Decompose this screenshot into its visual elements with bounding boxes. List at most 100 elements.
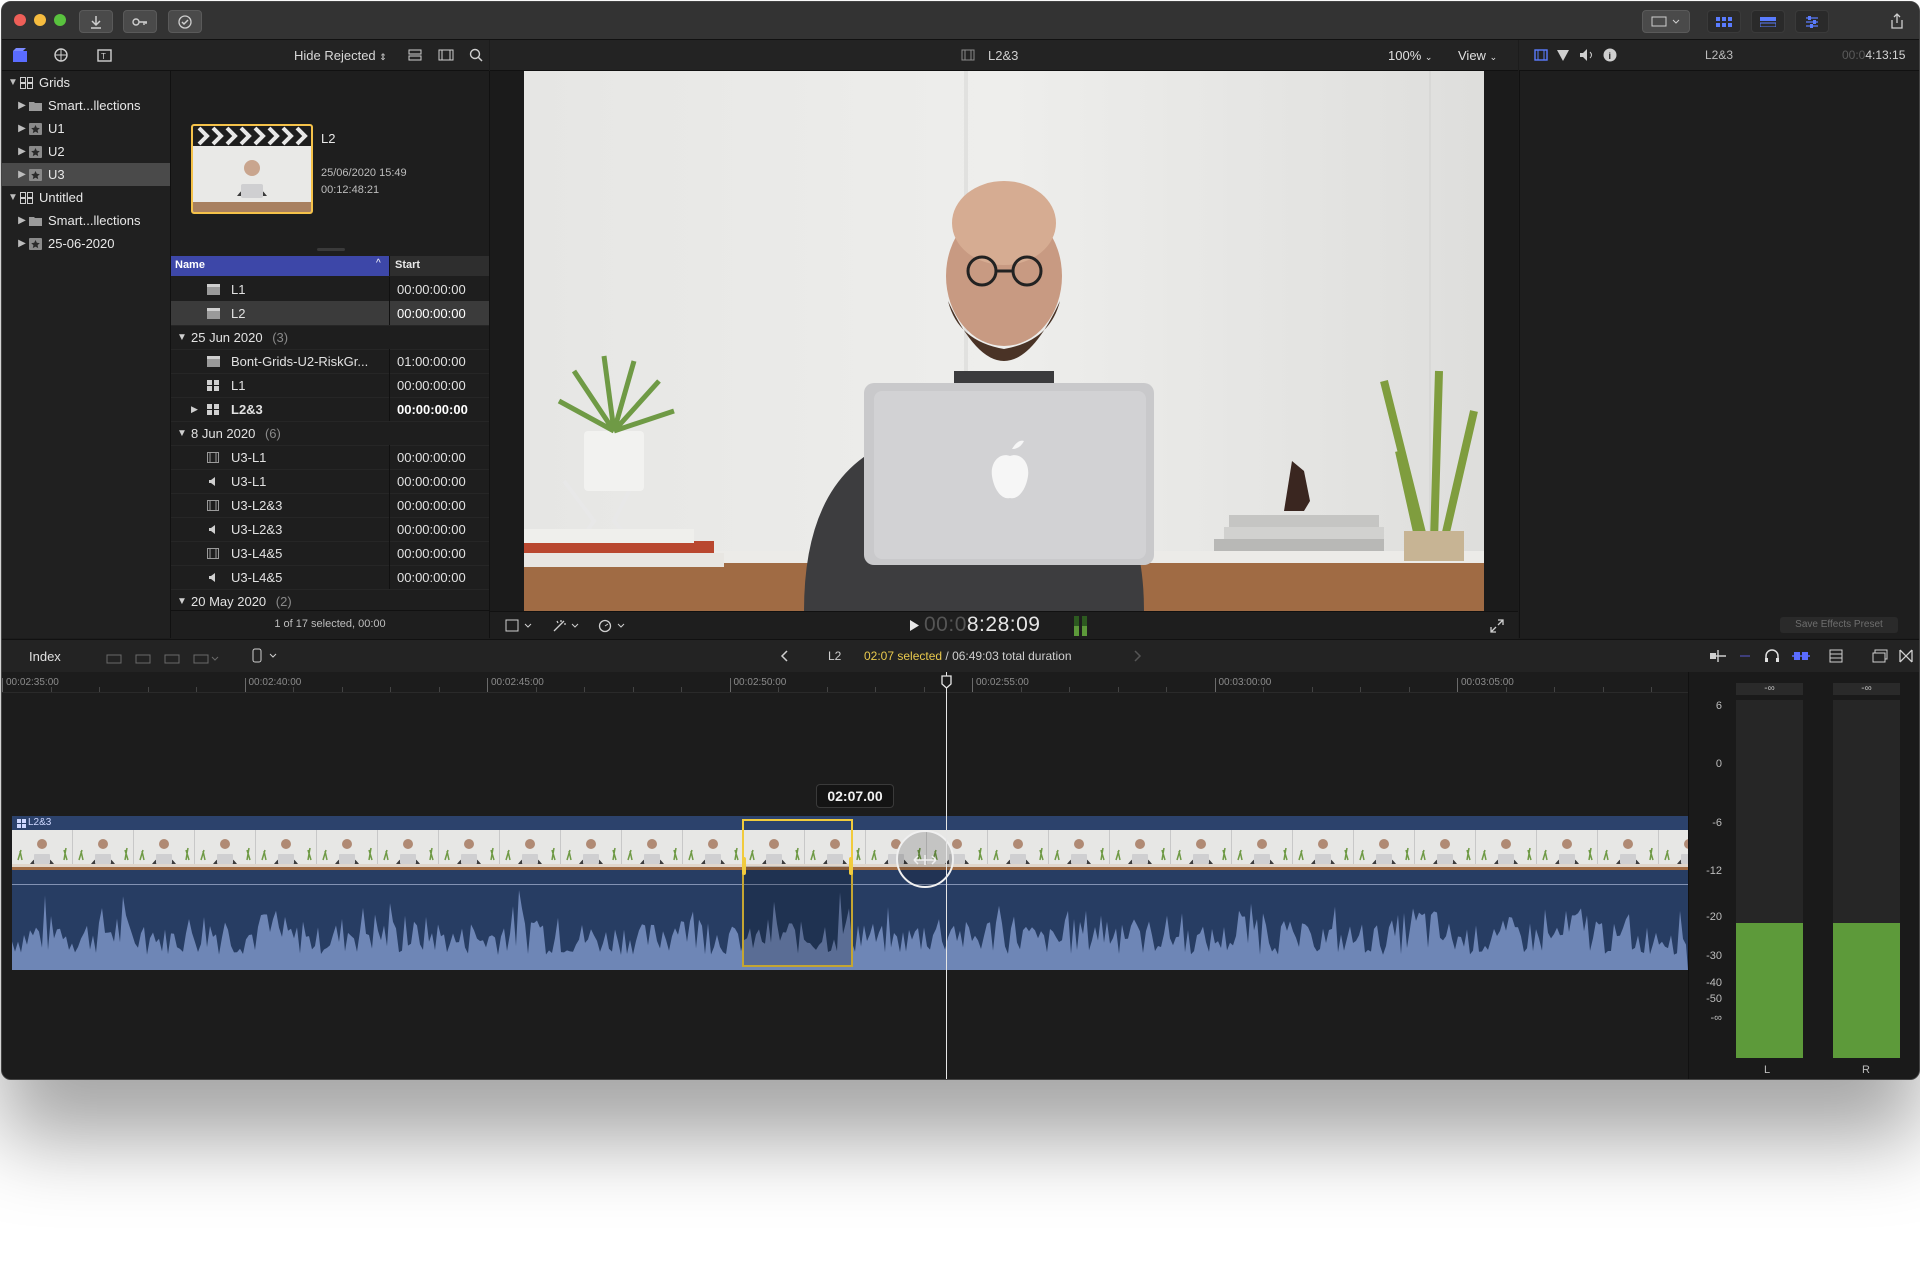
browser-toolbar: T Hide Rejected ⇕ xyxy=(2,40,489,71)
library-icon xyxy=(20,191,33,204)
library-item[interactable]: ▶ U2 xyxy=(2,140,170,163)
import-button[interactable] xyxy=(79,10,113,33)
disclosure-closed-icon[interactable]: ▶ xyxy=(15,169,29,180)
retime-menu-icon[interactable] xyxy=(598,619,628,633)
libraries-icon[interactable] xyxy=(12,47,28,63)
clip-row[interactable]: U3-L2&3 00:00:00:00 xyxy=(171,517,489,542)
range-end-handle[interactable] xyxy=(849,857,853,875)
library-item[interactable]: ▶ Smart...llections xyxy=(2,209,170,232)
disclosure-closed-icon[interactable]: ▶ xyxy=(15,100,29,111)
clip-row[interactable]: L1 00:00:00:00 xyxy=(171,277,489,302)
viewer-title: L2&3 xyxy=(988,48,1019,63)
group-row[interactable]: ▼ 25 Jun 2020 (3) xyxy=(171,325,489,350)
clip-row[interactable]: U3-L4&5 00:00:00:00 xyxy=(171,565,489,590)
transform-menu-icon[interactable] xyxy=(505,619,535,633)
disclosure-closed-icon[interactable]: ▶ xyxy=(15,215,29,226)
playhead[interactable] xyxy=(946,672,947,1079)
clip-thumbnail[interactable] xyxy=(191,124,313,214)
disclosure-closed-icon[interactable]: ▶ xyxy=(15,238,29,249)
photos-audio-icon[interactable] xyxy=(53,47,71,63)
clip-appearance-icon[interactable] xyxy=(1829,649,1843,663)
ruler-tick xyxy=(244,678,246,692)
clip-row[interactable]: L2 00:00:00:00 xyxy=(171,301,489,326)
event-icon xyxy=(29,168,42,181)
hide-rejected-menu[interactable]: Hide Rejected ⇕ xyxy=(294,48,387,63)
view-menu[interactable]: View ⌄ xyxy=(1458,48,1497,63)
resize-handle[interactable] xyxy=(317,248,345,251)
clip-row[interactable]: U3-L1 00:00:00:00 xyxy=(171,445,489,470)
disclosure-open-icon[interactable]: ▼ xyxy=(6,77,20,88)
save-effects-preset-button[interactable]: Save Effects Preset xyxy=(1780,617,1898,633)
index-button[interactable]: Index xyxy=(2,640,90,672)
minimize-window-button[interactable] xyxy=(34,14,46,26)
library-item[interactable]: ▶ U1 xyxy=(2,117,170,140)
audio-clip-icon xyxy=(207,475,219,490)
ruler-minor-tick xyxy=(1505,687,1507,692)
clip-row[interactable]: ▶ L2&3 00:00:00:00 xyxy=(171,397,489,422)
forward-arrow-icon[interactable] xyxy=(1132,650,1142,662)
disclosure-open-icon[interactable]: ▼ xyxy=(177,332,187,343)
inspector-title: L2&3 xyxy=(1705,48,1734,62)
disclosure-open-icon[interactable]: ▼ xyxy=(6,192,20,203)
edit-buttons-icon[interactable] xyxy=(106,649,236,665)
audio-inspector-icon[interactable] xyxy=(1579,48,1595,62)
titles-generators-icon[interactable]: T xyxy=(96,47,114,63)
selection-status: 1 of 17 selected, 00:00 xyxy=(274,618,386,630)
share-button[interactable] xyxy=(1882,10,1912,31)
playhead-marker-icon[interactable] xyxy=(941,675,952,689)
viewer-timecode[interactable]: 00:08:28:09 xyxy=(924,613,1040,637)
video-inspector-icon[interactable] xyxy=(1534,48,1548,62)
group-row[interactable]: ▼ 8 Jun 2020 (6) xyxy=(171,421,489,446)
column-divider xyxy=(389,397,390,421)
library-item[interactable]: ▼ Untitled xyxy=(2,186,170,209)
fullscreen-icon[interactable] xyxy=(1490,619,1504,633)
clip-row[interactable]: Bont-Grids-U2-RiskGr... 01:00:00:00 xyxy=(171,349,489,374)
search-icon[interactable] xyxy=(469,48,483,62)
library-item[interactable]: ▶ Smart...llections xyxy=(2,94,170,117)
disclosure-closed-icon[interactable]: ▶ xyxy=(15,146,29,157)
disclosure-open-icon[interactable]: ▼ xyxy=(177,596,187,607)
viewer-timecode-value: 8:28:09 xyxy=(966,613,1041,636)
color-inspector-icon[interactable] xyxy=(1556,48,1570,62)
group-row[interactable]: ▼ 20 May 2020 (2) xyxy=(171,589,489,609)
filmstrip-view-icon[interactable] xyxy=(438,49,454,61)
zoom-window-button[interactable] xyxy=(54,14,66,26)
disclosure-closed-icon[interactable]: ▶ xyxy=(15,123,29,134)
library-item[interactable]: ▶ 25-06-2020 xyxy=(2,232,170,255)
transitions-browser-icon[interactable] xyxy=(1899,649,1913,663)
info-icon[interactable]: i xyxy=(1603,48,1617,62)
audio-skimming-icon[interactable] xyxy=(1738,649,1752,663)
background-tasks-button[interactable] xyxy=(168,10,202,33)
ruler-minor-tick xyxy=(438,687,440,692)
clip-row[interactable]: L1 00:00:00:00 xyxy=(171,373,489,398)
snapping-icon[interactable] xyxy=(1791,649,1811,663)
headphones-icon[interactable] xyxy=(1764,649,1780,663)
library-item[interactable]: ▼ Grids xyxy=(2,71,170,94)
start-column-header[interactable]: Start xyxy=(395,259,420,271)
close-window-button[interactable] xyxy=(14,14,26,26)
key-icon xyxy=(132,17,147,26)
play-icon[interactable] xyxy=(908,619,920,632)
library-item[interactable]: ▶ U3 xyxy=(2,163,170,186)
disclosure-closed-icon[interactable]: ▶ xyxy=(191,404,198,415)
show-inspector-button[interactable] xyxy=(1795,10,1829,33)
enhancements-menu-icon[interactable] xyxy=(552,619,582,633)
clip-row[interactable]: U3-L4&5 00:00:00:00 xyxy=(171,541,489,566)
skimming-icon[interactable] xyxy=(1708,649,1728,663)
clip-row[interactable]: U3-L1 00:00:00:00 xyxy=(171,469,489,494)
workspace-menu-button[interactable] xyxy=(1642,10,1690,33)
show-browser-button[interactable] xyxy=(1707,10,1741,33)
keyword-editor-button[interactable] xyxy=(123,10,157,33)
effects-browser-icon[interactable] xyxy=(1872,649,1888,663)
clip-row[interactable]: U3-L2&3 00:00:00:00 xyxy=(171,493,489,518)
range-start-handle[interactable] xyxy=(742,857,746,875)
column-divider xyxy=(389,493,390,517)
zoom-menu[interactable]: 100% ⌄ xyxy=(1388,48,1432,63)
name-column-header[interactable]: Name ^ xyxy=(171,256,389,276)
select-tool-icon[interactable] xyxy=(250,648,280,664)
list-view-icon[interactable] xyxy=(408,49,422,61)
disclosure-open-icon[interactable]: ▼ xyxy=(177,428,187,439)
clip-label: L2&3 xyxy=(28,817,52,828)
back-arrow-icon[interactable] xyxy=(780,650,790,662)
show-timeline-button[interactable] xyxy=(1751,10,1785,33)
